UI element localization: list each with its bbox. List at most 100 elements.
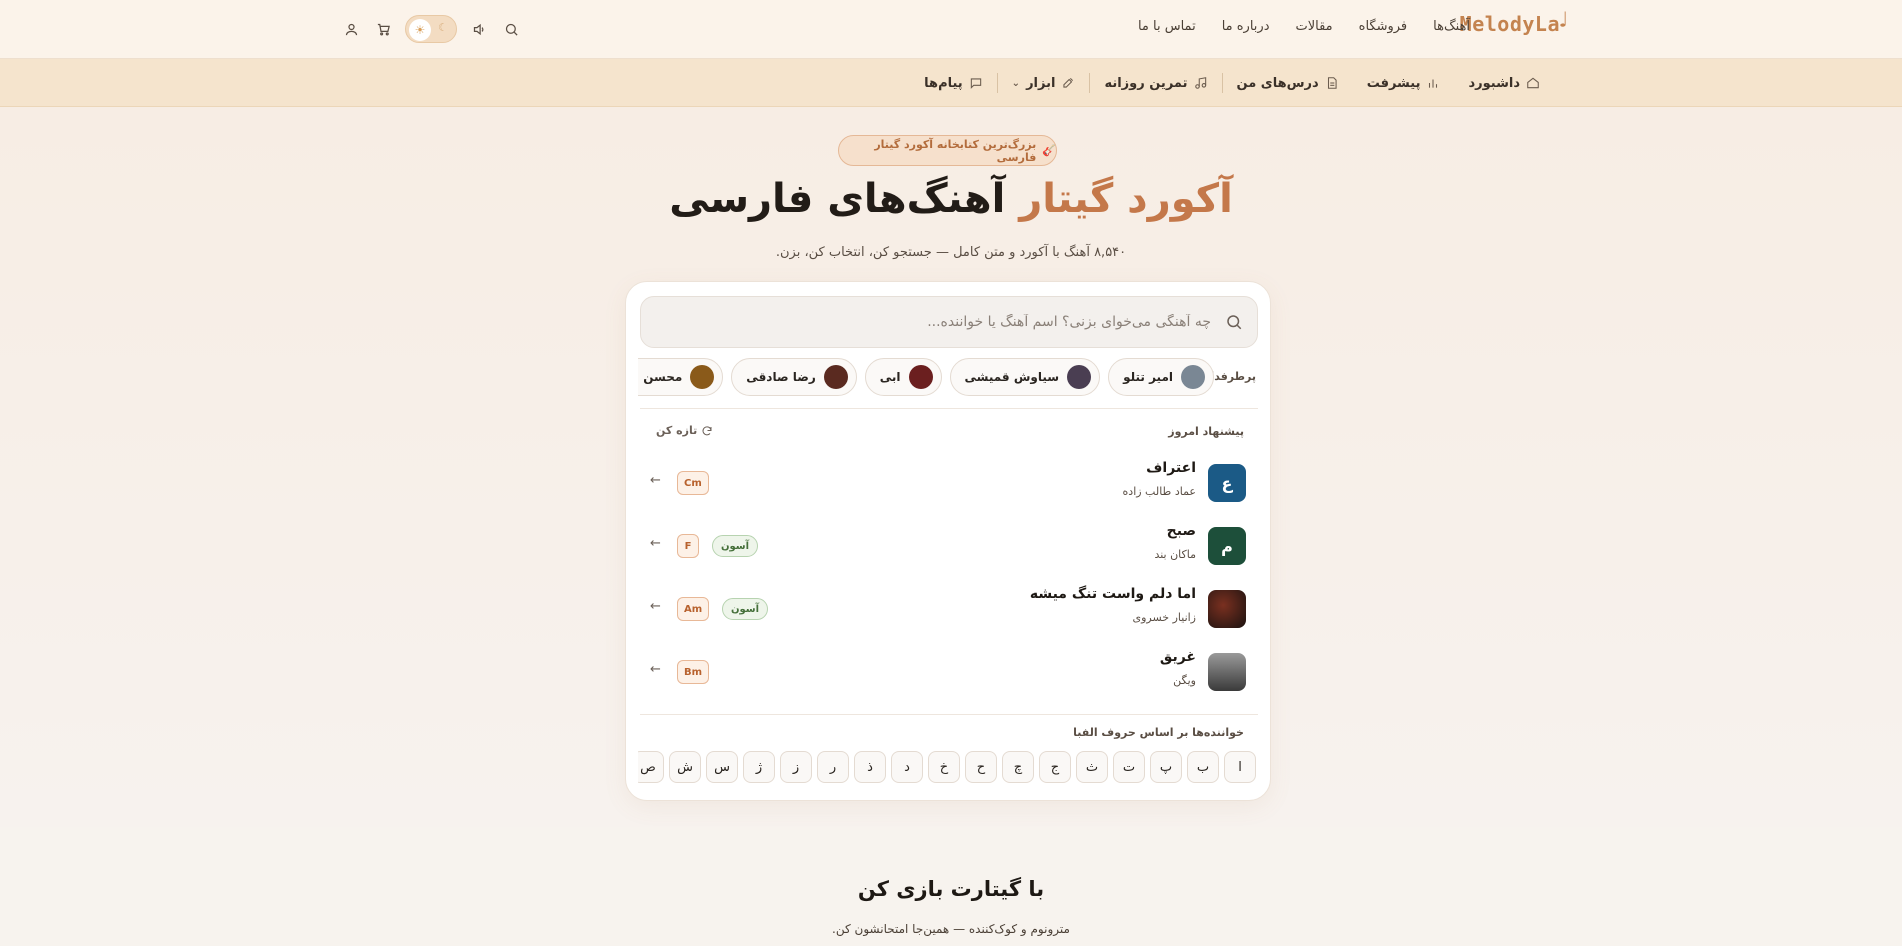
document-icon xyxy=(1327,77,1337,89)
section-subtitle: مترونوم و کوک‌کننده — همین‌جا امتحانشون … xyxy=(832,922,1070,936)
search-input[interactable] xyxy=(671,297,1211,347)
alphabet-label: خواننده‌ها بر اساس حروف الفبا xyxy=(1073,726,1244,739)
search-icon[interactable] xyxy=(495,14,527,44)
search-box xyxy=(640,296,1258,348)
arrow-left-icon: ← xyxy=(650,473,661,488)
letter-button[interactable]: س xyxy=(706,751,738,783)
nav-about[interactable]: درباره ما xyxy=(1222,19,1270,34)
music-icon xyxy=(1194,77,1206,89)
user-icon[interactable] xyxy=(335,14,367,44)
subnav-daily-practice[interactable]: تمرین روزانه xyxy=(1090,76,1221,91)
header-actions: ☀ ☾ xyxy=(335,14,527,44)
home-icon xyxy=(1527,77,1539,89)
nav-shop[interactable]: فروشگاه xyxy=(1359,19,1408,34)
song-thumbnail: م xyxy=(1208,527,1246,565)
song-thumbnail xyxy=(1208,590,1246,628)
avatar xyxy=(908,365,933,389)
music-note-icon: ♩ xyxy=(1556,8,1570,33)
avatar xyxy=(690,365,715,389)
song-row[interactable]: غریق ویگن Bm ← xyxy=(640,645,1258,701)
song-artist: ویگن xyxy=(1173,674,1196,687)
song-row[interactable]: اما دلم واست تنگ میشه زانیار خسروی آسون … xyxy=(640,582,1258,638)
letter-button[interactable]: ب xyxy=(1187,751,1219,783)
song-thumbnail: ع xyxy=(1208,464,1246,502)
subnav-tools[interactable]: ابزار ⌄ xyxy=(998,76,1090,91)
song-row[interactable]: م صبح ماکان بند آسون F ← xyxy=(640,519,1258,575)
chevron-down-icon: ⌄ xyxy=(1011,77,1021,89)
letter-button[interactable]: ر xyxy=(817,751,849,783)
sun-icon: ☀ xyxy=(409,19,431,41)
subnav-progress[interactable]: پیشرفت xyxy=(1353,76,1455,91)
artist-chip[interactable]: رضا صادقی xyxy=(731,358,857,396)
search-icon xyxy=(1225,313,1243,335)
song-title: غریق xyxy=(1159,649,1196,665)
letter-button[interactable]: چ xyxy=(1002,751,1034,783)
message-icon xyxy=(970,78,981,89)
song-artist: زانیار خسروی xyxy=(1132,611,1196,624)
sub-navbar: داشبورد پیشرفت درس‌های من تمرین روزانه ا… xyxy=(0,59,1902,107)
letter-button[interactable]: ج xyxy=(1039,751,1071,783)
divider xyxy=(640,408,1258,409)
page-title: آکورد گیتار آهنگ‌های فارسی xyxy=(669,176,1233,222)
arrow-left-icon: ← xyxy=(650,536,661,551)
volume-icon[interactable] xyxy=(463,14,495,44)
nav-articles[interactable]: مقالات xyxy=(1295,19,1332,34)
hero-badge: 🎸 بزرگ‌ترین کتابخانه آکورد گیتار فارسی xyxy=(838,135,1057,166)
artist-chip[interactable]: محسن چاوشی xyxy=(638,358,724,396)
theme-toggle[interactable]: ☀ ☾ xyxy=(405,15,457,43)
page-subtitle: ۸,۵۴۰ آهنگ با آکورد و متن کامل — جستجو ک… xyxy=(775,245,1127,260)
artist-chip[interactable]: امیر تتلو xyxy=(1108,358,1214,396)
difficulty-badge: آسون xyxy=(712,535,759,557)
chord-badge: Am xyxy=(677,597,710,621)
main-nav: آهنگ‌ها فروشگاه مقالات درباره ما تماس با… xyxy=(1138,19,1470,34)
avatar xyxy=(823,365,848,389)
divider xyxy=(996,73,998,93)
suggestions-label: پیشنهاد امروز xyxy=(1168,425,1244,438)
letter-button[interactable]: ژ xyxy=(743,751,775,783)
letter-button[interactable]: ز xyxy=(780,751,812,783)
divider xyxy=(1089,73,1091,93)
refresh-icon xyxy=(702,425,712,435)
song-row[interactable]: ع اعتراف عماد طالب زاده Cm ← xyxy=(640,456,1258,512)
song-artist: عماد طالب زاده xyxy=(1122,485,1196,498)
chord-badge: Bm xyxy=(677,660,710,684)
letter-button[interactable]: د xyxy=(891,751,923,783)
artist-chip[interactable]: ابی xyxy=(864,358,942,396)
letter-button[interactable]: پ xyxy=(1150,751,1182,783)
tools-icon xyxy=(1063,77,1074,88)
divider xyxy=(1221,73,1223,93)
nav-contact[interactable]: تماس با ما xyxy=(1138,19,1196,34)
subnav-dashboard[interactable]: داشبورد xyxy=(1454,76,1554,91)
divider xyxy=(640,714,1258,715)
alphabet-list: ا ب پ ت ث ج چ ح خ د ذ ر ز ژ س ش ص xyxy=(638,751,1256,785)
bar-chart-icon xyxy=(1429,79,1438,88)
chord-badge: F xyxy=(677,534,699,558)
section-title: با گیتارت بازی کن xyxy=(857,877,1045,901)
subnav-my-lessons[interactable]: درس‌های من xyxy=(1223,76,1353,91)
artist-chip[interactable]: سیاوش قمیشی xyxy=(949,358,1101,396)
refresh-button[interactable]: تازه کن xyxy=(656,424,713,437)
letter-button[interactable]: خ xyxy=(928,751,960,783)
arrow-left-icon: ← xyxy=(650,662,661,677)
song-title: صبح xyxy=(1166,523,1196,539)
song-title: اما دلم واست تنگ میشه xyxy=(1029,586,1196,602)
chord-badge: Cm xyxy=(677,471,709,495)
subnav-messages[interactable]: پیام‌ها xyxy=(910,76,997,91)
avatar xyxy=(1181,365,1205,389)
letter-button[interactable]: ذ xyxy=(854,751,886,783)
logo[interactable]: MelodyLa ♩ xyxy=(1460,8,1570,36)
letter-button[interactable]: ت xyxy=(1113,751,1145,783)
arrow-left-icon: ← xyxy=(650,599,661,614)
search-card: پرطرفدار: امیر تتلو سیاوش قمیشی ابی رضا … xyxy=(625,281,1271,801)
song-title: اعتراف xyxy=(1146,460,1196,476)
song-thumbnail xyxy=(1208,653,1246,691)
nav-songs[interactable]: آهنگ‌ها xyxy=(1433,19,1470,34)
avatar xyxy=(1067,365,1092,389)
popular-artists: امیر تتلو سیاوش قمیشی ابی رضا صادقی محسن… xyxy=(638,358,1214,398)
letter-button[interactable]: ا xyxy=(1224,751,1256,783)
letter-button[interactable]: ح xyxy=(965,751,997,783)
letter-button[interactable]: ث xyxy=(1076,751,1108,783)
cart-icon[interactable] xyxy=(367,14,399,44)
letter-button[interactable]: ش xyxy=(669,751,701,783)
letter-button[interactable]: ص xyxy=(638,751,664,783)
